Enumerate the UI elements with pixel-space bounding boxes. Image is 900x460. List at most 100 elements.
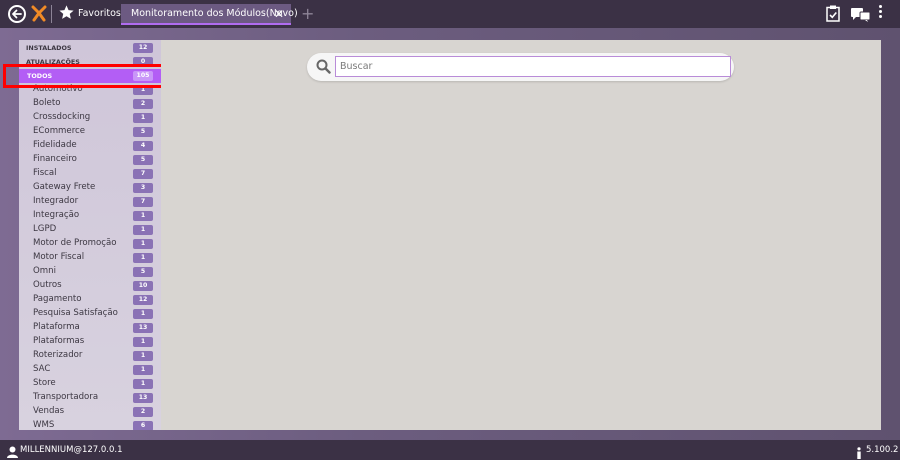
- close-tab-icon[interactable]: ✕: [274, 7, 284, 21]
- sidebar-item-label: Plataformas: [33, 336, 85, 346]
- sidebar-item-store[interactable]: Store 1: [19, 377, 161, 391]
- sidebar-item-label: Pagamento: [33, 294, 82, 304]
- sidebar-item-outros[interactable]: Outros 10: [19, 279, 161, 293]
- sidebar-item-pagamento[interactable]: Pagamento 12: [19, 293, 161, 307]
- count-badge: 2: [133, 99, 153, 109]
- sidebar-item-transportadora[interactable]: Transportadora 13: [19, 391, 161, 405]
- count-badge: 1: [133, 309, 153, 319]
- sidebar-item-label: Transportadora: [33, 392, 99, 402]
- sidebar-item-label: Fidelidade: [33, 140, 77, 150]
- status-bar: MILLENNIUM@127.0.0.1 5.100.2: [0, 440, 900, 460]
- tab-monitoramento-modulos[interactable]: Monitoramento dos Módulos(Novo) ✕: [121, 4, 298, 25]
- sidebar-item-label: Omni: [33, 266, 56, 276]
- sidebar-item-label: Vendas: [33, 406, 65, 416]
- count-badge: 7: [133, 169, 153, 179]
- count-badge: 13: [133, 393, 153, 403]
- sidebar-item-crossdocking[interactable]: Crossdocking 1: [19, 111, 161, 125]
- sidebar-item-label: Pesquisa Satisfação: [33, 308, 118, 318]
- tab-label: Monitoramento dos Módulos(Novo): [131, 8, 298, 19]
- count-badge: 5: [133, 127, 153, 137]
- count-badge: 7: [133, 197, 153, 207]
- sidebar-item-plataformas[interactable]: Plataformas 1: [19, 335, 161, 349]
- sidebar-item-motor-de-promocao[interactable]: Motor de Promoção 1: [19, 237, 161, 251]
- toolbar-divider: [51, 5, 52, 23]
- sidebar-item-vendas[interactable]: Vendas 2: [19, 405, 161, 419]
- search-input[interactable]: [335, 56, 731, 77]
- sidebar-item-roterizador[interactable]: Roterizador 1: [19, 349, 161, 363]
- sidebar-item-wms[interactable]: WMS 6: [19, 419, 161, 430]
- count-badge: 12: [133, 43, 153, 53]
- sidebar-item-label: Roterizador: [33, 350, 83, 360]
- sidebar-item-label: Motor de Promoção: [33, 238, 117, 248]
- search-icon[interactable]: [316, 59, 331, 78]
- count-badge: 5: [133, 155, 153, 165]
- sidebar-item-sac[interactable]: SAC 1: [19, 363, 161, 377]
- sidebar-item-lgpd[interactable]: LGPD 1: [19, 223, 161, 237]
- sidebar-item-label: Store: [33, 378, 56, 388]
- count-badge: 1: [133, 379, 153, 389]
- sidebar-item-label: Fiscal: [33, 168, 57, 178]
- sidebar-item-label: SAC: [33, 364, 51, 374]
- sidebar-item-pesquisa-satisfacao[interactable]: Pesquisa Satisfação 1: [19, 307, 161, 321]
- user-icon: [7, 443, 18, 460]
- main-content: [161, 40, 881, 430]
- count-badge: 1: [133, 365, 153, 375]
- count-badge: 1: [133, 113, 153, 123]
- count-badge: 1: [133, 239, 153, 249]
- sidebar-item-fiscal[interactable]: Fiscal 7: [19, 167, 161, 181]
- sidebar-item-label: INSTALADOS: [26, 44, 72, 52]
- sidebar-item-label: Gateway Frete: [33, 182, 96, 192]
- count-badge: 1: [133, 337, 153, 347]
- back-button[interactable]: [8, 5, 26, 23]
- count-badge: 12: [133, 295, 153, 305]
- sidebar-item-financeiro[interactable]: Financeiro 5: [19, 153, 161, 167]
- count-badge: 2: [133, 407, 153, 417]
- selection-highlight: [3, 64, 169, 88]
- arrow-left-icon: [12, 9, 22, 19]
- sidebar-item-boleto[interactable]: Boleto 2: [19, 97, 161, 111]
- count-badge: 1: [133, 253, 153, 263]
- sidebar-item-label: Outros: [33, 280, 62, 290]
- more-options-icon[interactable]: [879, 5, 883, 20]
- sidebar-item-label: WMS: [33, 420, 55, 430]
- sidebar-item-integrador[interactable]: Integrador 7: [19, 195, 161, 209]
- title-bar: Favoritos - Monitoramento dos Módulos(No…: [0, 0, 900, 28]
- clipboard-check-icon[interactable]: [826, 5, 840, 26]
- sidebar-item-instalados[interactable]: INSTALADOS 12: [19, 41, 161, 55]
- count-badge: 1: [133, 225, 153, 235]
- sidebar-item-label: Plataforma: [33, 322, 80, 332]
- count-badge: 4: [133, 141, 153, 151]
- sidebar-item-gateway-frete[interactable]: Gateway Frete 3: [19, 181, 161, 195]
- sidebar-item-ecommerce[interactable]: ECommerce 5: [19, 125, 161, 139]
- sidebar-item-label: Integração: [33, 210, 80, 220]
- star-icon[interactable]: [58, 4, 75, 25]
- sidebar-item-label: Boleto: [33, 98, 61, 108]
- favorites-menu[interactable]: Favoritos -: [78, 8, 127, 19]
- new-tab-button[interactable]: +: [301, 6, 314, 22]
- sidebar-item-label: Crossdocking: [33, 112, 91, 122]
- sidebar-item-omni[interactable]: Omni 5: [19, 265, 161, 279]
- search-bar: [307, 53, 734, 81]
- sidebar-item-label: LGPD: [33, 224, 57, 234]
- sidebar-item-plataforma[interactable]: Plataforma 13: [19, 321, 161, 335]
- sidebar-item-label: ECommerce: [33, 126, 86, 136]
- sidebar-item-label: Motor Fiscal: [33, 252, 85, 262]
- count-badge: 3: [133, 183, 153, 193]
- count-badge: 6: [133, 421, 153, 430]
- sidebar-item-fidelidade[interactable]: Fidelidade 4: [19, 139, 161, 153]
- sidebar-item-label: Financeiro: [33, 154, 77, 164]
- sidebar-item-label: Integrador: [33, 196, 79, 206]
- count-badge: 13: [133, 323, 153, 333]
- app-logo: [31, 4, 47, 22]
- info-icon[interactable]: [856, 444, 862, 460]
- count-badge: 1: [133, 211, 153, 221]
- sidebar-item-motor-fiscal[interactable]: Motor Fiscal 1: [19, 251, 161, 265]
- chat-icon[interactable]: [851, 7, 871, 26]
- user-connection-label: MILLENNIUM@127.0.0.1: [20, 445, 123, 455]
- sidebar-item-integracao[interactable]: Integração 1: [19, 209, 161, 223]
- module-category-sidebar: INSTALADOS 12 ATUALIZAÇÕES 0 TODOS 105 Automot…: [19, 40, 161, 430]
- count-badge: 10: [133, 281, 153, 291]
- count-badge: 1: [133, 351, 153, 361]
- count-badge: 5: [133, 267, 153, 277]
- version-label: 5.100.2: [866, 445, 899, 455]
